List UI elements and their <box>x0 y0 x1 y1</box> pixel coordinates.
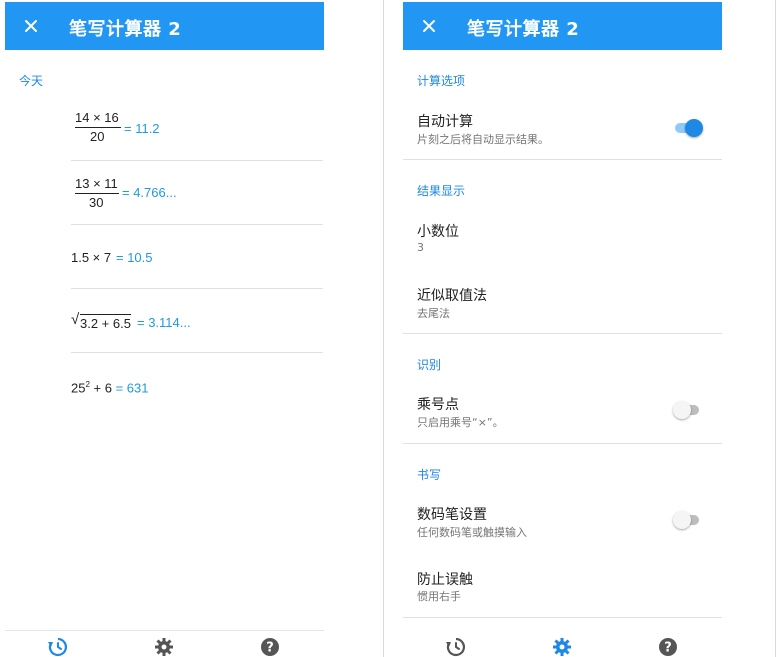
setting-value: 去尾法 <box>417 307 450 320</box>
denominator: 20 <box>90 129 105 144</box>
numerator: 14 × 16 <box>75 110 119 125</box>
expression: 1.5 × 7 <box>71 250 112 265</box>
bottom-navigation: ? <box>5 630 324 657</box>
setting-value: 3 <box>417 241 424 254</box>
setting-title: 近似取值法 <box>417 288 487 304</box>
setting-title: 数码笔设置 <box>417 507 487 523</box>
pen-toggle[interactable] <box>673 510 703 530</box>
expression-rest: + 6 <box>89 380 112 396</box>
result: = 4.766... <box>122 185 177 200</box>
toggle-thumb <box>673 511 691 529</box>
section-calc-options: 计算选项 <box>417 74 466 88</box>
result: = 3.114... <box>137 315 191 330</box>
settings-icon[interactable] <box>154 637 174 657</box>
history-icon[interactable] <box>446 637 466 657</box>
calculation-row[interactable]: 13 × 11 30 = 4.766... <box>71 160 323 225</box>
radicand: 3.2 + 6.5 <box>80 314 131 331</box>
setting-title: 乘号点 <box>417 397 459 413</box>
setting-value: 惯用右手 <box>417 590 461 603</box>
base: 25 <box>71 380 86 396</box>
app-bar: 笔写计算器 2 <box>5 2 324 50</box>
history-icon[interactable] <box>48 637 68 657</box>
setting-subtitle: 片刻之后将自动显示结果。 <box>417 133 549 146</box>
numerator: 13 × 11 <box>75 176 118 191</box>
sqrt-sign: √ <box>71 311 80 328</box>
calculation-row[interactable]: 14 × 16 20 = 11.2 <box>71 96 323 161</box>
section-recognition: 识别 <box>417 358 442 372</box>
calculation-row[interactable]: 252 + 6 = 631 <box>71 352 323 416</box>
auto-calc-toggle[interactable] <box>673 118 703 138</box>
result: = 10.5 <box>116 250 153 265</box>
section-result-display: 结果显示 <box>417 184 466 198</box>
section-writing: 书写 <box>417 468 442 482</box>
panel-divider <box>775 0 776 657</box>
close-icon[interactable] <box>417 14 441 38</box>
calculation-row[interactable]: 1.5 × 7 = 10.5 <box>71 224 323 289</box>
setting-title: 小数位 <box>417 224 459 240</box>
fraction-bar <box>75 193 119 194</box>
setting-subtitle: 任何数码笔或触摸输入 <box>417 526 527 539</box>
help-icon[interactable]: ? <box>658 637 678 657</box>
mult-dot-toggle[interactable] <box>673 400 703 420</box>
settings-icon[interactable] <box>552 637 572 657</box>
setting-subtitle: 只启用乘号“×”。 <box>417 416 504 429</box>
denominator: 30 <box>89 195 104 210</box>
svg-text:?: ? <box>664 641 672 656</box>
expression: 252 + 6 = 631 <box>71 380 149 395</box>
app-title: 笔写计算器 2 <box>69 19 182 40</box>
panel-divider <box>383 0 384 657</box>
toggle-thumb <box>673 401 691 419</box>
svg-text:?: ? <box>266 641 274 656</box>
setting-title: 防止误触 <box>417 572 473 588</box>
divider <box>403 333 722 334</box>
close-icon[interactable] <box>19 14 43 38</box>
app-title: 笔写计算器 2 <box>467 19 580 40</box>
divider <box>403 159 722 160</box>
result: = 631 <box>115 380 149 396</box>
section-today: 今天 <box>19 74 44 88</box>
history-screen: 笔写计算器 2 今天 14 × 16 20 = 11.2 13 × 11 30 … <box>5 0 324 657</box>
bottom-navigation: ? <box>403 631 722 657</box>
divider <box>403 617 722 618</box>
help-icon[interactable]: ? <box>260 637 280 657</box>
calculation-row[interactable]: √ 3.2 + 6.5 = 3.114... <box>71 288 323 353</box>
setting-title: 自动计算 <box>417 114 473 130</box>
toggle-thumb <box>685 119 703 137</box>
result: = 11.2 <box>124 121 160 136</box>
fraction-bar <box>75 127 121 128</box>
divider <box>403 443 722 444</box>
app-bar: 笔写计算器 2 <box>403 2 722 50</box>
settings-screen: 笔写计算器 2 计算选项 自动计算 片刻之后将自动显示结果。 结果显示 小数位 … <box>403 0 722 657</box>
